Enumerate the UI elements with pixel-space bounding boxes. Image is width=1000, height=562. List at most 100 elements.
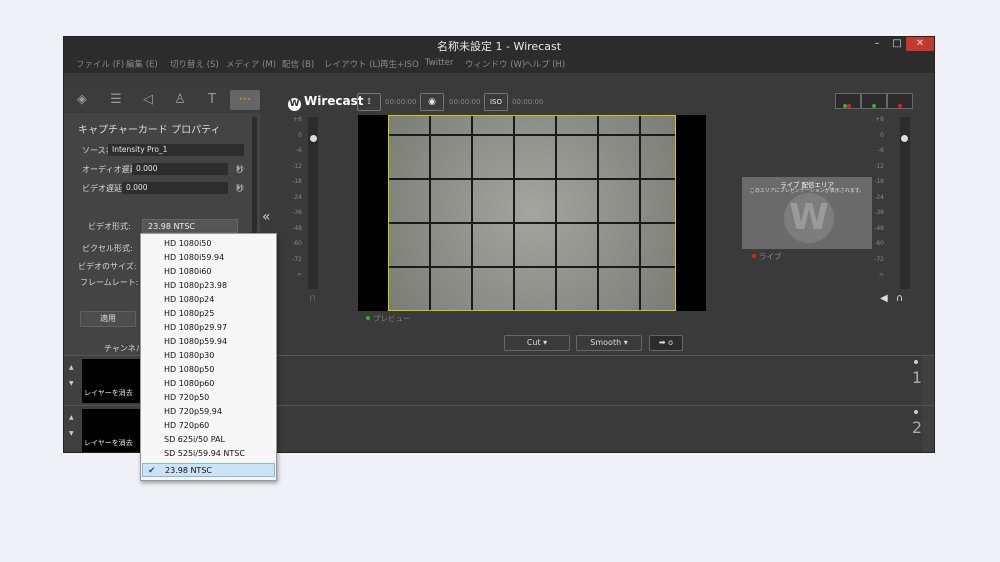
dropdown-option[interactable]: HD 1080p25: [142, 307, 275, 321]
dropdown-option[interactable]: HD 1080p29.97: [142, 321, 275, 335]
preview-monitor[interactable]: [358, 115, 706, 311]
status-button-1[interactable]: [835, 93, 861, 109]
headphones-icon[interactable]: ∩: [309, 293, 316, 304]
layer-number: 2: [911, 418, 922, 437]
video-format-dropdown: HD 1080i50 HD 1080i59.94 HD 1080i60 HD 1…: [140, 233, 277, 481]
layer-label: レイヤーを消去: [84, 439, 133, 447]
dropdown-option[interactable]: SD 625i/50 PAL: [142, 433, 275, 447]
video-delay-label: ビデオ遅延:: [82, 184, 125, 193]
menu-file[interactable]: ファイル (F): [76, 58, 124, 70]
menu-window[interactable]: ウィンドウ (W): [465, 58, 525, 70]
status-button-2[interactable]: [861, 93, 887, 109]
layer-pin-icon[interactable]: [914, 360, 918, 364]
record-button[interactable]: ◉: [420, 93, 444, 111]
speaker-tab-icon[interactable]: ◁: [138, 90, 158, 110]
stream-button[interactable]: ⟟: [357, 93, 381, 111]
go-button[interactable]: ➡ o: [649, 335, 683, 351]
iso-timer: 00:00:00: [512, 98, 544, 106]
speaker-icon[interactable]: ◀: [880, 293, 888, 304]
wirecast-brand: Wirecast: [304, 94, 364, 108]
dropdown-option[interactable]: HD 1080p50: [142, 363, 275, 377]
stream-timer: 00:00:00: [385, 98, 417, 106]
video-delay-field[interactable]: 0.000: [122, 182, 228, 194]
dropdown-option[interactable]: HD 1080i50: [142, 237, 275, 251]
cut-transition-select[interactable]: Cut ▾: [504, 335, 570, 351]
audio-delay-unit: 秒: [236, 165, 244, 174]
wirecast-logo-icon: W: [288, 98, 301, 111]
dropdown-option[interactable]: HD 1080p24: [142, 293, 275, 307]
status-button-3[interactable]: [887, 93, 913, 109]
layer-down-arrow-icon[interactable]: ▼: [69, 430, 74, 437]
maximize-button[interactable]: □: [886, 37, 908, 51]
dropdown-option[interactable]: HD 720p59.94: [142, 405, 275, 419]
iso-button[interactable]: ISO: [484, 93, 508, 111]
dropdown-option[interactable]: HD 720p60: [142, 419, 275, 433]
minimize-button[interactable]: –: [866, 37, 888, 51]
close-button[interactable]: ✕: [906, 37, 934, 51]
right-audio-meter: [900, 117, 910, 289]
smooth-transition-select[interactable]: Smooth ▾: [576, 335, 642, 351]
red-status-dot: [898, 104, 902, 108]
left-meter-scale: +6 0 -6 -12 -18 -24 -36 -48 -60 -72 ∞: [292, 116, 302, 278]
sliders-tab-icon[interactable]: ☰: [106, 90, 126, 110]
red-status-dot: [847, 104, 851, 108]
wirecast-watermark-icon: W: [784, 193, 834, 243]
menu-layout[interactable]: レイアウト (L): [324, 58, 381, 70]
video-format-value: 23.98 NTSC: [148, 222, 195, 231]
menu-bar: ファイル (F) 編集 (E) 切り替え (S) メディア (M) 配信 (B)…: [64, 57, 934, 73]
video-format-select[interactable]: 23.98 NTSC: [142, 219, 238, 233]
headphones-icon[interactable]: ∩: [896, 293, 903, 304]
collapse-panel-icon[interactable]: «: [262, 209, 271, 225]
dropdown-option-selected[interactable]: ✔ 23.98 NTSC: [142, 463, 275, 477]
layer-up-arrow-icon[interactable]: ▲: [69, 364, 74, 371]
layer-down-arrow-icon[interactable]: ▼: [69, 380, 74, 387]
preview-label: プレビュー: [366, 313, 411, 324]
layer-number: 1: [911, 368, 922, 387]
dropdown-option[interactable]: HD 720p50: [142, 391, 275, 405]
live-monitor[interactable]: ライブ 配信エリア このエリアにプレゼンテーションが表示されます。 W: [742, 177, 872, 249]
live-dot: [752, 254, 756, 258]
right-meter-scale: +6 0 -6 -12 -18 -24 -36 -48 -60 -72 ∞: [874, 116, 884, 278]
menu-replay-iso[interactable]: 再生+ISO: [380, 58, 419, 70]
menu-broadcast[interactable]: 配信 (B): [282, 58, 314, 70]
record-icon: ◉: [428, 97, 436, 107]
record-timer: 00:00:00: [449, 98, 481, 106]
dropdown-option[interactable]: HD 1080p60: [142, 377, 275, 391]
wirecast-logo: W Wirecast: [288, 94, 364, 111]
dropdown-option[interactable]: HD 1080i59.94: [142, 251, 275, 265]
window-title: 名称未設定 1 - Wirecast: [436, 40, 562, 53]
left-audio-meter: [308, 117, 318, 289]
right-volume-slider[interactable]: [901, 135, 908, 142]
menu-media[interactable]: メディア (M): [226, 58, 276, 70]
dropdown-option[interactable]: HD 1080i60: [142, 265, 275, 279]
preview-image: [388, 115, 676, 311]
left-volume-slider[interactable]: [310, 135, 317, 142]
dropdown-option[interactable]: HD 1080p23.98: [142, 279, 275, 293]
more-options-tab-icon[interactable]: ⋯: [230, 90, 260, 110]
video-format-label: ビデオ形式:: [88, 222, 131, 231]
dropdown-option[interactable]: HD 1080p30: [142, 349, 275, 363]
menu-switch[interactable]: 切り替え (S): [170, 58, 219, 70]
person-tab-icon[interactable]: ♙: [170, 90, 190, 110]
apply-button[interactable]: 適用: [80, 311, 136, 327]
source-name-field[interactable]: Intensity Pro_1: [108, 144, 244, 156]
dropdown-option[interactable]: HD 1080p59.94: [142, 335, 275, 349]
menu-edit[interactable]: 編集 (E): [126, 58, 158, 70]
layer-pin-icon[interactable]: [914, 410, 918, 414]
checkmark-icon: ✔: [148, 466, 156, 476]
menu-twitter[interactable]: Twitter: [425, 58, 454, 68]
preview-dot: [366, 316, 370, 320]
video-size-label: ビデオのサイズ:: [78, 262, 137, 271]
layer-up-arrow-icon[interactable]: ▲: [69, 414, 74, 421]
properties-title: キャプチャーカード プロパティ: [78, 125, 221, 136]
frame-rate-label: フレームレート:: [80, 278, 139, 287]
properties-tabs: ◈ ☰ ◁ ♙ T ⋯: [64, 87, 260, 113]
dropdown-option[interactable]: SD 525i/59.94 NTSC: [142, 447, 275, 461]
stream-icon: ⟟: [367, 97, 371, 107]
menu-help[interactable]: ヘルプ (H): [524, 58, 565, 70]
layers-tab-icon[interactable]: ◈: [72, 90, 92, 110]
live-label: ライブ: [752, 251, 782, 262]
green-status-dot: [872, 104, 876, 108]
text-tab-icon[interactable]: T: [202, 90, 222, 110]
audio-delay-field[interactable]: 0.000: [132, 163, 228, 175]
